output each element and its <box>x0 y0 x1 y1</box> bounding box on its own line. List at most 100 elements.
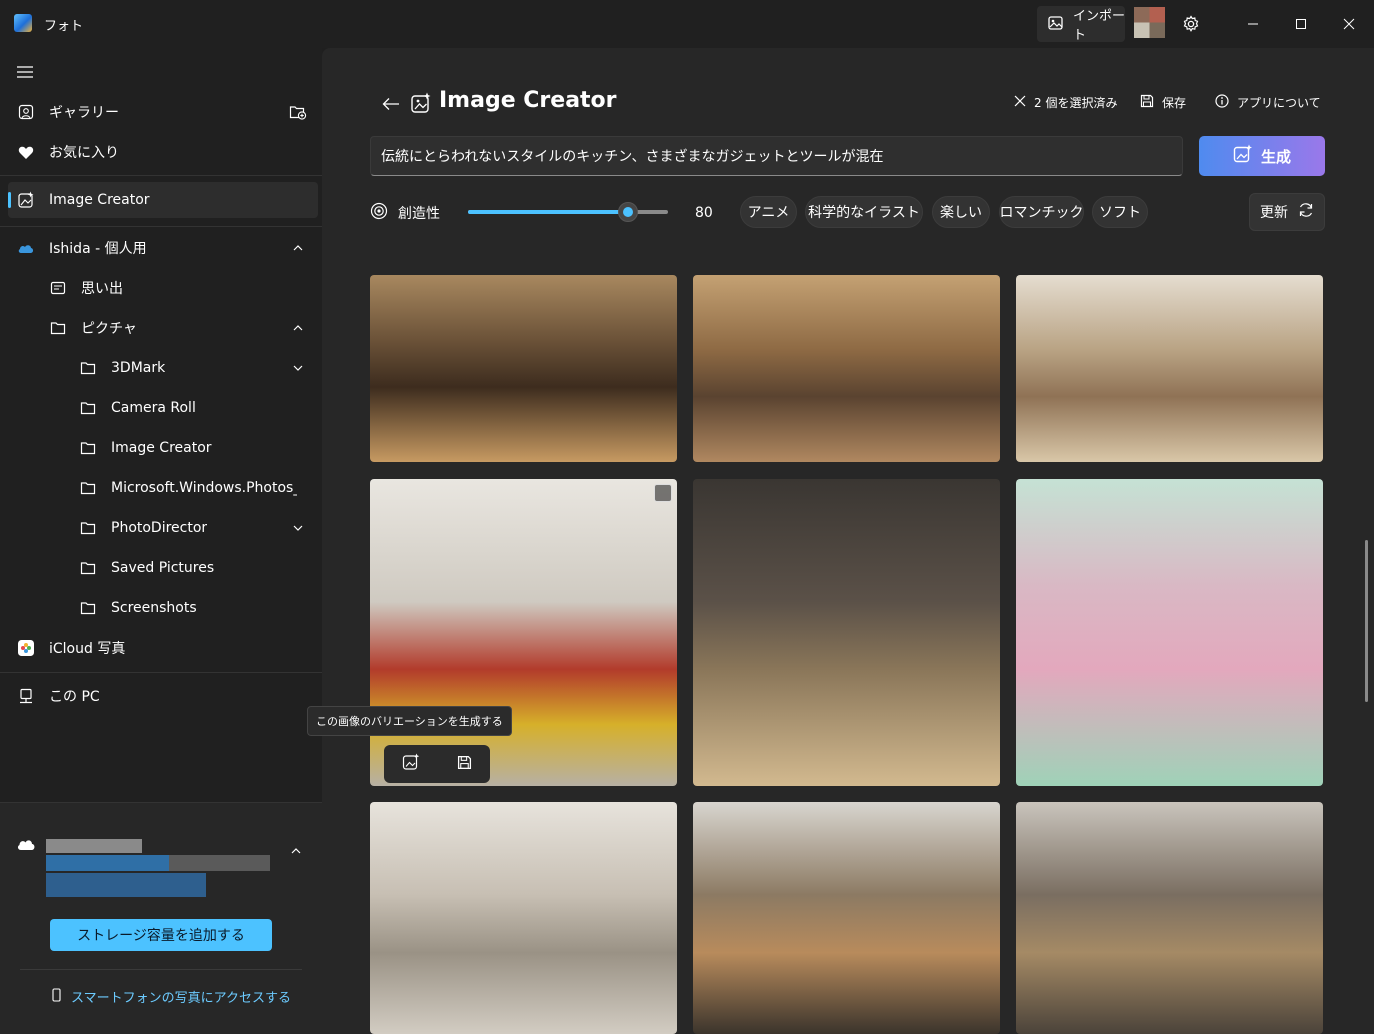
import-label: インポート <box>1073 9 1126 43</box>
photos-app-icon <box>14 14 32 32</box>
memories-icon <box>48 278 68 298</box>
sidebar-item-label: PhotoDirector <box>111 520 208 536</box>
save-label: 保存 <box>1162 96 1187 110</box>
generate-label: 生成 <box>1260 147 1291 166</box>
generate-button[interactable]: 生成 <box>1199 136 1325 176</box>
prompt-input[interactable] <box>370 136 1183 176</box>
chevron-up-icon[interactable] <box>290 240 306 256</box>
folder-icon <box>78 438 98 458</box>
app-title: フォト <box>44 19 84 34</box>
back-arrow-icon[interactable] <box>378 91 404 117</box>
chevron-down-icon[interactable] <box>290 360 306 376</box>
sidebar-item-label: Camera Roll <box>111 400 196 416</box>
kitchen-image-tile[interactable] <box>693 275 1000 462</box>
chevron-down-icon[interactable] <box>290 520 306 536</box>
sidebar-item-screenshots[interactable]: Screenshots <box>8 590 318 626</box>
style-chip-anime[interactable]: アニメ <box>740 196 797 228</box>
sidebar-item-label: 思い出 <box>81 281 123 297</box>
sidebar-item-camera-roll[interactable]: Camera Roll <box>8 390 318 426</box>
sidebar-item-label: Image Creator <box>111 440 212 456</box>
clear-selection-button[interactable]: 2 個を選択済み <box>1014 94 1117 111</box>
sidebar-item-onedrive-personal[interactable]: Ishida - 個人用 <box>8 230 318 266</box>
save-icon <box>1140 94 1154 111</box>
kitchen-image-tile[interactable] <box>1016 802 1323 1034</box>
variation-icon[interactable] <box>402 753 420 775</box>
save-button[interactable]: 保存 <box>1140 94 1186 111</box>
add-storage-button[interactable]: ストレージ容量を追加する <box>50 919 272 951</box>
phone-photos-link[interactable]: スマートフォンの写真にアクセスする <box>52 987 291 1006</box>
settings-icon[interactable] <box>1179 12 1203 36</box>
style-chip-soft[interactable]: ソフト <box>1092 196 1148 228</box>
refresh-icon <box>1298 202 1314 222</box>
folder-icon <box>78 558 98 578</box>
close-icon <box>1014 95 1026 110</box>
refresh-button[interactable]: 更新 <box>1249 193 1325 231</box>
sidebar-item-pictures[interactable]: ピクチャ <box>8 310 318 346</box>
sidebar-item-icloud[interactable]: iCloud 写真 <box>8 630 318 666</box>
sidebar-item-label: 3DMark <box>111 360 166 376</box>
sidebar-item-label: この PC <box>49 689 100 705</box>
kitchen-image-tile[interactable] <box>1016 275 1323 462</box>
storage-panel: ストレージ容量を追加する スマートフォンの写真にアクセスする <box>0 802 322 1034</box>
heart-icon <box>16 142 36 162</box>
sidebar-item-photodirector[interactable]: PhotoDirector <box>8 510 318 546</box>
creativity-slider[interactable] <box>468 202 668 222</box>
icloud-photos-icon <box>16 638 36 658</box>
select-checkbox[interactable] <box>654 484 672 502</box>
style-chip-romantic[interactable]: ロマンチック <box>999 196 1084 228</box>
import-icon <box>1047 15 1065 33</box>
maximize-icon[interactable] <box>1289 12 1313 36</box>
cloud-icon <box>16 837 36 855</box>
add-folder-icon[interactable] <box>288 102 308 122</box>
sidebar-item-favorites[interactable]: お気に入り <box>8 134 318 170</box>
vertical-scrollbar-thumb[interactable] <box>1365 540 1368 702</box>
folder-icon <box>78 478 98 498</box>
storage-bar-blurred <box>46 855 270 871</box>
hamburger-menu-icon[interactable] <box>16 65 34 83</box>
style-chip-fun[interactable]: 楽しい <box>932 196 990 228</box>
title-bar: フォト インポート <box>0 0 1374 48</box>
slider-thumb[interactable] <box>618 202 638 222</box>
chevron-up-icon[interactable] <box>290 843 302 859</box>
sidebar-item-3dmark[interactable]: 3DMark <box>8 350 318 386</box>
kitchen-image-tile[interactable] <box>370 275 677 462</box>
sidebar-item-this-pc[interactable]: この PC <box>8 678 318 714</box>
sidebar-item-ms-photos[interactable]: Microsoft.Windows.Photos_8v <box>8 470 318 506</box>
kitchen-image-tile[interactable] <box>693 479 1000 786</box>
creativity-control: 創造性 <box>370 202 440 224</box>
sidebar-divider <box>0 672 322 673</box>
kitchen-image-tile[interactable] <box>370 479 677 786</box>
main-content: Image Creator 2 個を選択済み 保存 アプリについて 生成 <box>322 48 1374 1034</box>
account-avatar[interactable] <box>1134 7 1165 38</box>
folder-icon <box>78 598 98 618</box>
image-creator-icon <box>1233 144 1253 168</box>
import-button[interactable]: インポート <box>1037 6 1126 43</box>
account-name-blurred <box>46 839 142 853</box>
chevron-up-icon[interactable] <box>290 320 306 336</box>
sidebar-item-image-creator-folder[interactable]: Image Creator <box>8 430 318 466</box>
folder-icon <box>78 358 98 378</box>
sidebar-item-image-creator[interactable]: Image Creator <box>8 182 318 218</box>
sidebar-item-gallery[interactable]: ギャラリー <box>8 94 318 130</box>
sidebar-divider <box>0 175 322 176</box>
kitchen-image-tile[interactable] <box>1016 479 1323 786</box>
close-icon[interactable] <box>1337 12 1361 36</box>
sidebar-item-label: Microsoft.Windows.Photos_8v <box>111 480 297 496</box>
about-label: アプリについて <box>1237 96 1321 110</box>
kitchen-image-tile[interactable] <box>370 802 677 1034</box>
refresh-label: 更新 <box>1260 205 1288 221</box>
sidebar-item-saved-pictures[interactable]: Saved Pictures <box>8 550 318 586</box>
sidebar-item-memories[interactable]: 思い出 <box>8 270 318 306</box>
about-button[interactable]: アプリについて <box>1215 94 1321 111</box>
sidebar: ギャラリー お気に入り Image Creator Ishida - 個人用 思… <box>0 48 322 1034</box>
folder-icon <box>78 518 98 538</box>
slider-fill <box>468 210 628 214</box>
save-icon[interactable] <box>457 755 472 774</box>
storage-divider <box>20 969 302 970</box>
header-row: Image Creator 2 個を選択済み 保存 アプリについて <box>322 88 1374 122</box>
style-chip-scientific[interactable]: 科学的なイラスト <box>805 196 923 228</box>
kitchen-image-tile[interactable] <box>693 802 1000 1034</box>
image-creator-icon <box>16 190 36 210</box>
sidebar-item-label: Ishida - 個人用 <box>49 241 147 257</box>
minimize-icon[interactable] <box>1241 12 1265 36</box>
